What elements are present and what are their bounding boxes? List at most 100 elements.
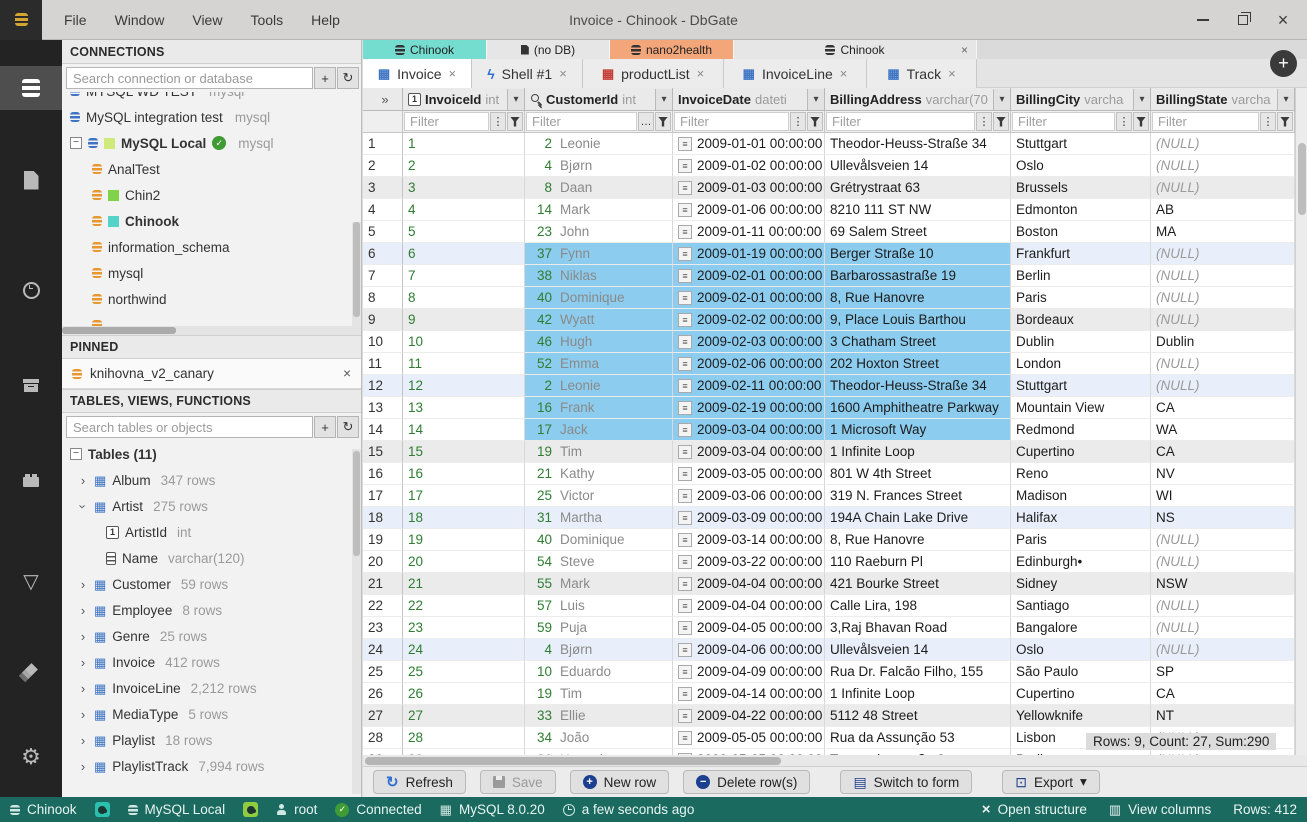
- row-number-cell[interactable]: 12: [363, 375, 403, 397]
- cell-invoiceid[interactable]: 20: [403, 551, 525, 573]
- cell-billingaddress[interactable]: 194A Chain Lake Drive: [825, 507, 1011, 529]
- connection-item-mysql-wd-test[interactable]: MYSQL WD TEST mysql: [62, 92, 361, 104]
- refresh-button[interactable]: ↻ Refresh: [373, 770, 466, 794]
- refresh-tables-button[interactable]: ↻: [337, 416, 359, 438]
- cell-billingstate[interactable]: (NULL): [1151, 265, 1295, 287]
- db-tab-chinook[interactable]: Chinook: [363, 40, 487, 59]
- cell-invoiceid[interactable]: 5: [403, 221, 525, 243]
- open-detail-icon[interactable]: ≡: [678, 730, 692, 745]
- chevron-right-icon[interactable]: ›: [78, 707, 88, 722]
- open-detail-icon[interactable]: ≡: [678, 246, 692, 261]
- chevron-right-icon[interactable]: ›: [78, 733, 88, 748]
- cell-invoiceid[interactable]: 21: [403, 573, 525, 595]
- table-item-playlist[interactable]: › ▦ Playlist 18 rows: [62, 727, 361, 753]
- column-header-billingcity[interactable]: BillingCity varcha ▾: [1011, 88, 1151, 110]
- cell-billingcity[interactable]: Halifax: [1011, 507, 1151, 529]
- filter-menu-button[interactable]: ⋮: [1116, 112, 1132, 131]
- pinned-item[interactable]: knihovna_v2_canary ×: [62, 359, 361, 389]
- table-item-playlisttrack[interactable]: › ▦ PlaylistTrack 7,994 rows: [62, 753, 361, 779]
- cell-billingstate[interactable]: CA: [1151, 441, 1295, 463]
- cell-customerid[interactable]: 10 Eduardo: [525, 661, 673, 683]
- cell-billingaddress[interactable]: Rua da Assunção 53: [825, 727, 1011, 749]
- cell-invoicedate[interactable]: ≡ 2009-05-05 00:00:00: [673, 727, 825, 749]
- maximize-button[interactable]: [1227, 6, 1259, 34]
- row-number-cell[interactable]: 8: [363, 287, 403, 309]
- tables-vertical-scrollbar[interactable]: [352, 449, 361, 794]
- open-detail-icon[interactable]: ≡: [678, 268, 692, 283]
- cell-invoiceid[interactable]: 13: [403, 397, 525, 419]
- open-detail-icon[interactable]: ≡: [678, 642, 692, 657]
- cell-invoiceid[interactable]: 24: [403, 639, 525, 661]
- open-detail-icon[interactable]: ≡: [678, 466, 692, 481]
- cell-customerid[interactable]: 19 Tim: [525, 683, 673, 705]
- connection-item-analtest[interactable]: AnalTest: [62, 156, 361, 182]
- connections-hscrollbar-thumb[interactable]: [62, 327, 176, 334]
- row-number-cell[interactable]: 9: [363, 309, 403, 331]
- cell-billingaddress[interactable]: 3 Chatham Street: [825, 331, 1011, 353]
- connection-item-information_schema[interactable]: information_schema: [62, 234, 361, 260]
- status-mysql-local[interactable]: MySQL Local: [127, 802, 225, 817]
- cell-invoiceid[interactable]: 23: [403, 617, 525, 639]
- cell-billingcity[interactable]: Sidney: [1011, 573, 1151, 595]
- cell-billingstate[interactable]: NSW: [1151, 573, 1295, 595]
- cell-invoiceid[interactable]: 11: [403, 353, 525, 375]
- refresh-connections-button[interactable]: ↻: [337, 67, 359, 89]
- cell-customerid[interactable]: 46 Hugh: [525, 331, 673, 353]
- cell-customerid[interactable]: 4 Bjørn: [525, 155, 673, 177]
- filter-funnel-button[interactable]: [993, 112, 1009, 131]
- row-number-cell[interactable]: 19: [363, 529, 403, 551]
- cell-invoicedate[interactable]: ≡ 2009-02-19 00:00:00: [673, 397, 825, 419]
- open-detail-icon[interactable]: ≡: [678, 202, 692, 217]
- rail-archive[interactable]: [0, 363, 62, 407]
- new-row-button[interactable]: + New row: [569, 770, 670, 794]
- cell-invoiceid[interactable]: 26: [403, 683, 525, 705]
- cell-billingcity[interactable]: Oslo: [1011, 639, 1151, 661]
- open-detail-icon[interactable]: ≡: [678, 356, 692, 371]
- cell-invoicedate[interactable]: ≡ 2009-01-03 00:00:00: [673, 177, 825, 199]
- column-menu-chevron-icon[interactable]: ▾: [1277, 88, 1294, 110]
- open-detail-icon[interactable]: ≡: [678, 664, 692, 679]
- open-detail-icon[interactable]: ≡: [678, 422, 692, 437]
- cell-customerid[interactable]: 8 Daan: [525, 177, 673, 199]
- cell-invoiceid[interactable]: 25: [403, 661, 525, 683]
- chevron-right-icon[interactable]: ›: [78, 759, 88, 774]
- cell-invoiceid[interactable]: 17: [403, 485, 525, 507]
- cell-invoiceid[interactable]: 2: [403, 155, 525, 177]
- cell-billingcity[interactable]: Edmonton: [1011, 199, 1151, 221]
- cell-billingcity[interactable]: Dublin: [1011, 331, 1151, 353]
- cell-billingcity[interactable]: São Paulo: [1011, 661, 1151, 683]
- status-connected[interactable]: ✓ Connected: [335, 802, 422, 817]
- cell-billingcity[interactable]: Paris: [1011, 287, 1151, 309]
- cell-customerid[interactable]: 2 Leonie: [525, 375, 673, 397]
- filter-menu-button[interactable]: ⋮: [976, 112, 992, 131]
- open-detail-icon[interactable]: ≡: [678, 378, 692, 393]
- table-item-invoice[interactable]: › ▦ Invoice 412 rows: [62, 649, 361, 675]
- cell-invoicedate[interactable]: ≡ 2009-04-05 00:00:00: [673, 617, 825, 639]
- cell-billingaddress[interactable]: Rua Dr. Falcão Filho, 155: [825, 661, 1011, 683]
- filter-funnel-button[interactable]: [507, 112, 523, 131]
- row-number-cell[interactable]: 27: [363, 705, 403, 727]
- cell-billingaddress[interactable]: 8210 111 ST NW: [825, 199, 1011, 221]
- cell-invoicedate[interactable]: ≡ 2009-02-01 00:00:00: [673, 265, 825, 287]
- open-detail-icon[interactable]: ≡: [678, 620, 692, 635]
- open-detail-icon[interactable]: ≡: [678, 708, 692, 723]
- db-tab-chinook[interactable]: Chinook ×: [734, 40, 977, 59]
- cell-billingstate[interactable]: (NULL): [1151, 375, 1295, 397]
- cell-billingaddress[interactable]: 3,Raj Bhavan Road: [825, 617, 1011, 639]
- chevron-right-icon[interactable]: ›: [78, 473, 88, 488]
- grid-horizontal-scrollbar-thumb[interactable]: [365, 756, 781, 765]
- filter-menu-button[interactable]: ⋮: [1260, 112, 1276, 131]
- chevron-down-icon[interactable]: ›: [76, 501, 91, 511]
- rail-plugins[interactable]: [0, 458, 62, 502]
- cell-billingcity[interactable]: London: [1011, 353, 1151, 375]
- cell-invoiceid[interactable]: 8: [403, 287, 525, 309]
- row-number-cell[interactable]: 2: [363, 155, 403, 177]
- cell-customerid[interactable]: 42 Wyatt: [525, 309, 673, 331]
- open-detail-icon[interactable]: ≡: [678, 312, 692, 327]
- cell-billingstate[interactable]: MA: [1151, 221, 1295, 243]
- table-item-customer[interactable]: › ▦ Customer 59 rows: [62, 571, 361, 597]
- filter-menu-button[interactable]: …: [638, 112, 654, 131]
- chevron-right-icon[interactable]: ›: [78, 681, 88, 696]
- grid-horizontal-scrollbar[interactable]: [363, 755, 1307, 766]
- cell-customerid[interactable]: 33 Ellie: [525, 705, 673, 727]
